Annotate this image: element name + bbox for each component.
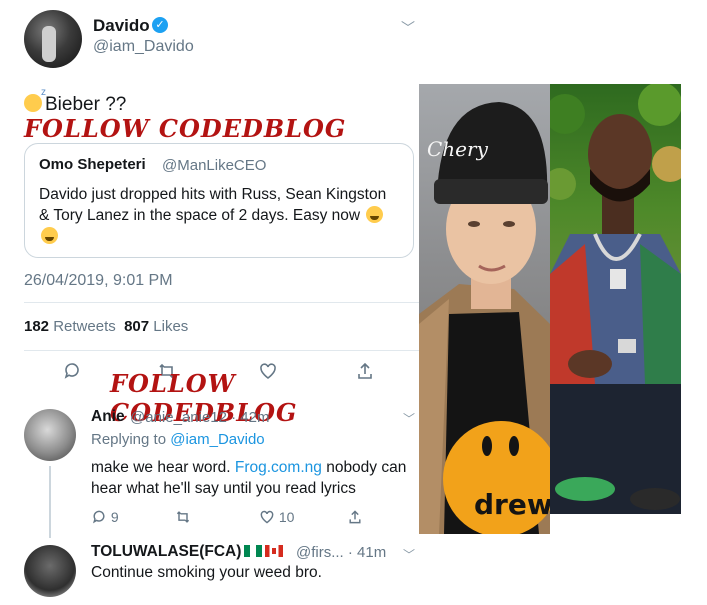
share-icon[interactable] xyxy=(347,509,363,525)
reply-author-name[interactable]: Anie xyxy=(91,408,125,426)
reply-link[interactable]: Frog.com.ng xyxy=(235,459,322,476)
reply-text: Continue smoking your weed bro. xyxy=(91,564,322,581)
replying-to-link[interactable]: @iam_Davido xyxy=(170,431,264,448)
laughing-emoji-icon xyxy=(366,206,384,223)
reply-text-before: make we hear word. xyxy=(91,459,235,476)
tweet-stats: 182 Retweets 807 Likes xyxy=(24,318,188,335)
reply-author-name[interactable]: TOLUWALASE(FCA) xyxy=(91,543,284,561)
author-name[interactable]: Davido xyxy=(93,16,150,36)
tweet-timestamp[interactable]: 26/04/2019, 9:01 PM xyxy=(24,272,173,290)
reply-actions: 9 10 xyxy=(91,509,391,529)
quoted-author-handle: @ManLikeCEO xyxy=(162,157,267,174)
like-count: 10 xyxy=(278,509,295,525)
thread-line xyxy=(49,466,51,538)
quoted-author-name: Omo Shepeteri xyxy=(39,156,146,173)
sleepy-face-emoji-icon xyxy=(24,87,46,112)
reply-author-handle[interactable]: @firs... · 41m xyxy=(296,544,386,561)
chevron-down-icon[interactable]: ﹀ xyxy=(403,546,415,563)
likes-count[interactable]: 807 xyxy=(124,318,149,335)
likes-label[interactable]: Likes xyxy=(153,318,188,335)
author-avatar[interactable] xyxy=(24,10,82,68)
reply-icon[interactable] xyxy=(62,361,82,386)
tweet-text-content: Bieber ?? xyxy=(45,94,127,115)
reply-count: 9 xyxy=(110,509,119,525)
retweet-icon[interactable] xyxy=(175,509,191,525)
photo-right xyxy=(550,84,681,514)
watermark-text: FOLLOW CODEDBLOG xyxy=(24,114,347,143)
laughing-emoji-icon xyxy=(41,227,58,244)
nigeria-flag-icon xyxy=(244,545,263,557)
reply-avatar[interactable] xyxy=(24,409,76,461)
quoted-tweet[interactable]: Omo Shepeteri @ManLikeCEO Davido just dr… xyxy=(24,143,414,258)
chevron-down-icon[interactable]: ﹀ xyxy=(401,18,415,38)
quoted-text: Davido just dropped hits with Russ, Sean… xyxy=(39,184,399,247)
retweets-label[interactable]: Retweets xyxy=(53,318,116,335)
canada-flag-icon xyxy=(265,545,284,557)
replying-to: Replying to @iam_Davido xyxy=(91,431,265,448)
photo-left: drew Chery xyxy=(419,84,550,534)
reply-author-handle[interactable]: @anie_anie12 · 42m xyxy=(130,409,269,426)
beanie-text: Chery xyxy=(427,137,489,161)
divider xyxy=(24,350,419,351)
author-handle[interactable]: @iam_Davido xyxy=(93,38,194,56)
replying-to-prefix: Replying to xyxy=(91,431,171,448)
quoted-text-content: Davido just dropped hits with Russ, Sean… xyxy=(39,186,387,224)
reply-avatar[interactable] xyxy=(24,545,76,597)
reply-text: make we hear word. Frog.com.ng nobody ca… xyxy=(91,457,421,499)
chevron-down-icon[interactable]: ﹀ xyxy=(403,410,415,427)
like-button[interactable]: 10 xyxy=(259,509,294,525)
tweet-card: Davido ✓ @iam_Davido ﹀ Bieber ?? FOLLOW … xyxy=(0,0,420,605)
divider xyxy=(24,302,419,303)
tweet-text: Bieber ?? xyxy=(24,87,127,116)
reply-author-name-text: TOLUWALASE(FCA) xyxy=(91,543,242,560)
shirt-text: drew xyxy=(474,488,550,521)
retweets-count[interactable]: 182 xyxy=(24,318,49,335)
reply-button[interactable]: 9 xyxy=(91,509,119,525)
verified-badge-icon: ✓ xyxy=(152,17,168,33)
